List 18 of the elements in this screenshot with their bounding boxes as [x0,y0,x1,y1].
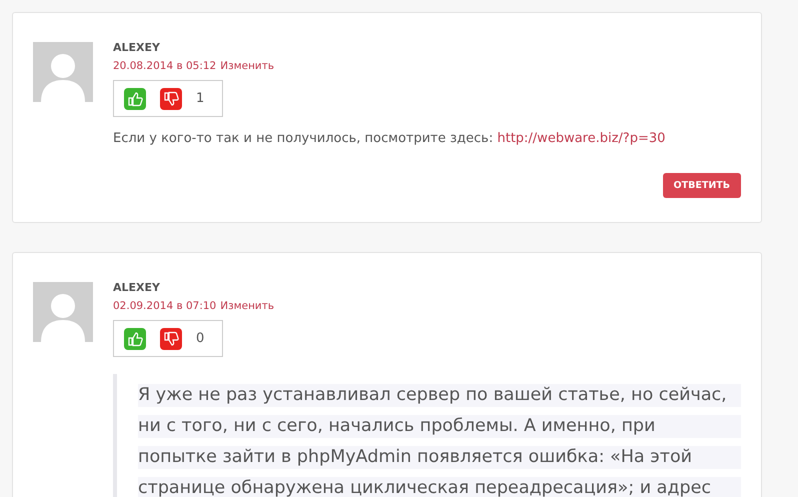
thumbs-down-icon[interactable] [160,88,182,110]
reply-button[interactable]: ОТВЕТИТЬ [662,173,741,198]
comment-date[interactable]: 02.09.2014 в 07:10 [113,300,216,312]
comment-author: ALEXEY [113,281,161,294]
thumbs-up-icon[interactable] [124,328,146,350]
thumbs-up-icon[interactable] [124,88,146,110]
avatar-icon [33,282,93,342]
avatar-icon [33,42,93,102]
edit-link[interactable]: Изменить [220,60,274,72]
comment-text: Если у кого-то так и не получилось, посмотрите здесь: http://webware.biz/?p=30 [113,131,666,146]
comment-link[interactable]: http://webware.biz/?p=30 [497,131,666,146]
comment-author: ALEXEY [113,41,161,54]
comment-quote: Я уже не раз устанавливал сервер по вашей статье, но сейчас, ни с того, ни с сего, начались проблемы. А именно, при попытке зайти в phpMyAdmin появляется ошибка: «На этой странице обнаружена циклическая переадресация»; и адрес [113,374,741,497]
vote-count: 0 [196,331,204,346]
edit-link[interactable]: Изменить [220,300,274,312]
vote-count: 1 [196,91,204,106]
comment-date[interactable]: 20.08.2014 в 05:12 [113,60,216,72]
thumbs-down-icon[interactable] [160,328,182,350]
